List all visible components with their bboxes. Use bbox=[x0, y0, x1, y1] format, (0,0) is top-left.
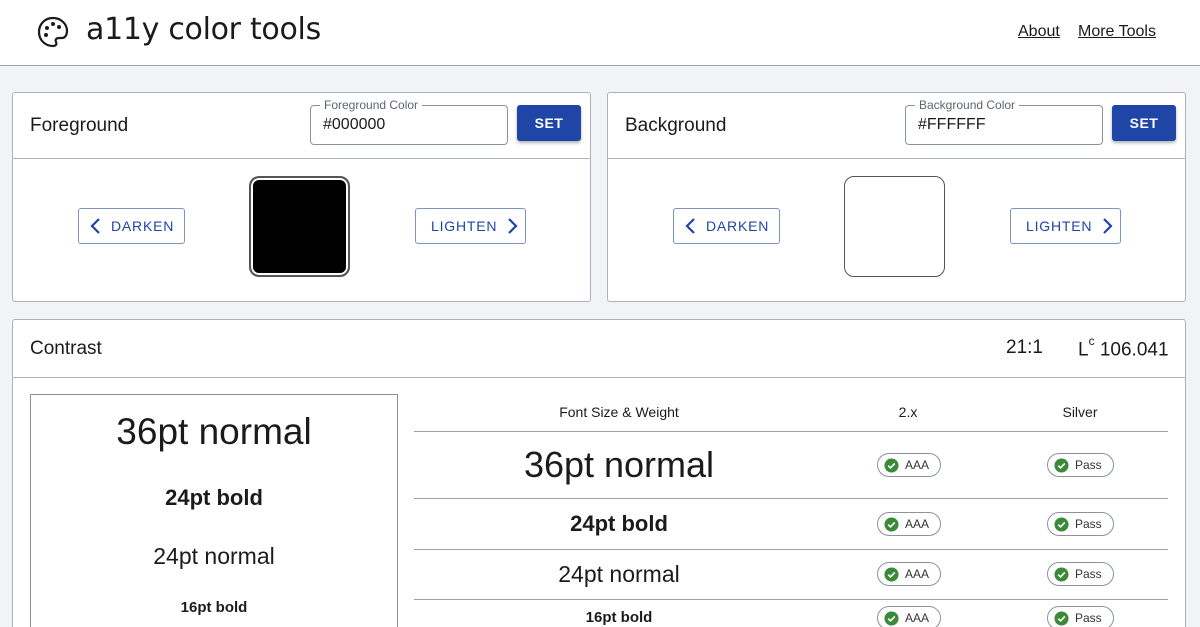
foreground-darken-label: DARKEN bbox=[111, 218, 175, 234]
col-header-font: Font Size & Weight bbox=[559, 404, 679, 420]
background-color-label: Background Color bbox=[915, 98, 1020, 112]
wcag2-result-badge: AAA bbox=[877, 562, 941, 586]
background-darken-button[interactable]: DARKEN bbox=[673, 208, 780, 244]
background-lighten-label: LIGHTEN bbox=[1026, 218, 1093, 234]
row-label-36pt-normal: 36pt normal bbox=[523, 444, 715, 485]
check-circle-icon bbox=[884, 610, 899, 626]
background-color-input[interactable] bbox=[918, 116, 1088, 134]
col-header-wcag2: 2.x bbox=[898, 404, 918, 420]
preview-24pt-bold: 24pt bold bbox=[165, 485, 263, 510]
preview-16pt-bold: 16pt bold bbox=[180, 599, 248, 616]
silver-result-badge: Pass bbox=[1047, 512, 1114, 536]
wcag2-result-text: AAA bbox=[905, 517, 930, 531]
background-darken-label: DARKEN bbox=[706, 218, 770, 234]
background-card-header: Background Background Color SET bbox=[608, 93, 1185, 159]
silver-result-text: Pass bbox=[1075, 567, 1102, 581]
foreground-card-header: Foreground Foreground Color SET bbox=[13, 93, 590, 159]
foreground-swatch bbox=[249, 176, 350, 277]
row-label-24pt-bold: 24pt bold bbox=[570, 511, 668, 536]
chevron-right-icon bbox=[508, 218, 518, 234]
foreground-darken-button[interactable]: DARKEN bbox=[78, 208, 185, 244]
wcag2-result-text: AAA bbox=[905, 567, 930, 581]
text-preview-box: 36pt normal 24pt bold 24pt normal 16pt b… bbox=[30, 394, 398, 627]
wcag2-result-text: AAA bbox=[905, 611, 930, 625]
foreground-lighten-button[interactable]: LIGHTEN bbox=[415, 208, 526, 244]
foreground-title: Foreground bbox=[30, 115, 129, 136]
background-lighten-button[interactable]: LIGHTEN bbox=[1010, 208, 1121, 244]
foreground-color-field[interactable]: Foreground Color bbox=[310, 98, 508, 145]
foreground-color-input[interactable] bbox=[323, 116, 493, 134]
preview-36pt-normal: 36pt normal bbox=[116, 411, 312, 452]
wcag2-result-text: AAA bbox=[905, 458, 930, 472]
background-title: Background bbox=[625, 115, 727, 136]
preview-24pt-normal: 24pt normal bbox=[153, 543, 275, 569]
contrast-title: Contrast bbox=[30, 338, 102, 359]
row-divider bbox=[414, 549, 1168, 550]
check-circle-icon bbox=[884, 566, 899, 582]
table-divider bbox=[414, 431, 1168, 432]
col-header-silver: Silver bbox=[1062, 404, 1098, 420]
nav-more-tools-link[interactable]: More Tools bbox=[1078, 23, 1156, 41]
silver-result-text: Pass bbox=[1075, 611, 1102, 625]
check-circle-icon bbox=[884, 516, 899, 532]
check-circle-icon bbox=[1054, 566, 1069, 582]
check-circle-icon bbox=[1054, 610, 1069, 626]
wcag2-result-badge: AAA bbox=[877, 512, 941, 536]
row-divider bbox=[414, 498, 1168, 499]
nav-about-link[interactable]: About bbox=[1018, 23, 1060, 41]
check-circle-icon bbox=[1054, 516, 1069, 532]
chevron-left-icon bbox=[90, 218, 100, 234]
wcag2-result-badge: AAA bbox=[877, 606, 941, 627]
check-circle-icon bbox=[1054, 457, 1069, 473]
apca-lc-value: Lc 106.041 bbox=[1078, 334, 1169, 361]
app-header: a11y color tools About More Tools bbox=[0, 0, 1200, 66]
silver-result-badge: Pass bbox=[1047, 453, 1114, 477]
row-label-16pt-bold: 16pt bold bbox=[585, 609, 653, 626]
chevron-left-icon bbox=[685, 218, 695, 234]
row-divider bbox=[414, 599, 1168, 600]
background-swatch bbox=[844, 176, 945, 277]
chevron-right-icon bbox=[1103, 218, 1113, 234]
lc-superscript: c bbox=[1088, 334, 1095, 348]
check-circle-icon bbox=[884, 457, 899, 473]
background-set-button[interactable]: SET bbox=[1112, 105, 1176, 141]
foreground-color-label: Foreground Color bbox=[320, 98, 423, 112]
contrast-ratio: 21:1 bbox=[1006, 337, 1043, 358]
palette-icon[interactable] bbox=[36, 15, 70, 49]
foreground-set-button[interactable]: SET bbox=[517, 105, 581, 141]
silver-result-badge: Pass bbox=[1047, 562, 1114, 586]
row-label-24pt-normal: 24pt normal bbox=[558, 561, 680, 587]
wcag2-result-badge: AAA bbox=[877, 453, 941, 477]
foreground-lighten-label: LIGHTEN bbox=[431, 218, 498, 234]
lc-number: 106.041 bbox=[1099, 339, 1169, 361]
silver-result-text: Pass bbox=[1075, 517, 1102, 531]
background-card: Background Background Color SET DARKEN L… bbox=[607, 92, 1186, 302]
silver-result-text: Pass bbox=[1075, 458, 1102, 472]
background-color-field[interactable]: Background Color bbox=[905, 98, 1103, 145]
app-title: a11y color tools bbox=[86, 12, 321, 47]
silver-result-badge: Pass bbox=[1047, 606, 1114, 627]
lc-letter: L bbox=[1078, 339, 1089, 361]
foreground-card: Foreground Foreground Color SET DARKEN L… bbox=[12, 92, 591, 302]
